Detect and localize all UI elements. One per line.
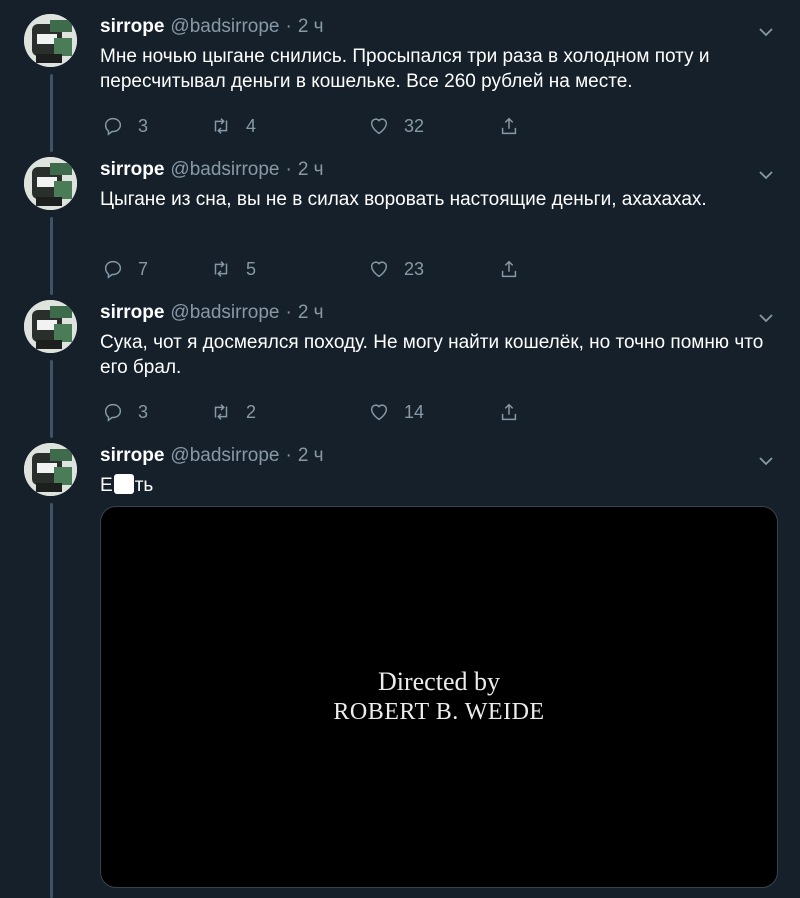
- author-handle[interactable]: @badsirrope: [170, 302, 279, 324]
- timestamp[interactable]: 2 ч: [298, 159, 324, 181]
- reply-icon: [104, 403, 122, 422]
- share-icon: [501, 117, 517, 135]
- separator-dot: ·: [285, 445, 292, 466]
- tweet-text: Цыгане из сна, вы не в силах воровать на…: [100, 189, 707, 210]
- redaction-mark: [113, 474, 134, 494]
- author-name[interactable]: sirrope: [100, 302, 164, 324]
- reply-count: 3: [138, 401, 149, 422]
- avatar-image: [24, 300, 77, 353]
- share-button[interactable]: [498, 397, 534, 427]
- timestamp[interactable]: 2 ч: [298, 16, 324, 38]
- reply-count: 7: [138, 258, 149, 279]
- avatar[interactable]: [24, 157, 77, 210]
- like-button[interactable]: 14: [368, 397, 424, 427]
- heart-icon: [370, 261, 388, 278]
- timestamp[interactable]: 2 ч: [298, 445, 324, 467]
- media-video-still[interactable]: Directed by ROBERT B. WEIDE: [100, 506, 778, 888]
- tweet[interactable]: sirrope @badsirrope · 2 ч Сука, чот я до…: [0, 300, 800, 430]
- author-handle[interactable]: @badsirrope: [170, 159, 279, 181]
- retweet-count: 4: [246, 115, 257, 136]
- separator-dot: ·: [285, 302, 292, 323]
- media-credit-line1: Directed by: [377, 667, 500, 696]
- like-button[interactable]: 32: [368, 111, 424, 141]
- tweet[interactable]: sirrope @badsirrope · 2 ч Мне ночью цыга…: [0, 14, 800, 144]
- avatar-image: [24, 157, 77, 210]
- retweet-button[interactable]: 4: [210, 111, 256, 141]
- reply-count: 3: [138, 115, 149, 136]
- share-button[interactable]: [498, 111, 534, 141]
- chevron-down-icon[interactable]: [756, 165, 776, 185]
- share-icon: [501, 260, 517, 278]
- tweet[interactable]: sirrope @badsirrope · 2 ч Цыгане из сна,…: [0, 157, 800, 287]
- heart-icon: [370, 118, 388, 135]
- retweet-button[interactable]: 2: [210, 397, 256, 427]
- heart-icon: [370, 404, 388, 421]
- tweet-text: Еть: [100, 473, 780, 498]
- tweet-text-start: Е: [100, 475, 113, 496]
- retweet-icon: [214, 261, 228, 277]
- media-credit-line2: ROBERT B. WEIDE: [333, 699, 545, 725]
- tweet-actions: 3 2 14: [100, 397, 530, 427]
- author-handle[interactable]: @badsirrope: [170, 16, 279, 38]
- chevron-down-icon[interactable]: [756, 308, 776, 328]
- reply-icon: [104, 117, 122, 136]
- retweet-button[interactable]: 5: [210, 254, 256, 284]
- retweet-icon: [214, 404, 228, 420]
- share-button[interactable]: [498, 254, 534, 284]
- tweet-text: Сука, чот я досмеялся походу. Не могу на…: [100, 332, 764, 378]
- like-button[interactable]: 23: [368, 254, 424, 284]
- like-count: 23: [404, 258, 425, 279]
- author-name[interactable]: sirrope: [100, 16, 164, 38]
- author-name[interactable]: sirrope: [100, 159, 164, 181]
- timestamp[interactable]: 2 ч: [298, 302, 324, 324]
- reply-icon: [104, 260, 122, 279]
- like-count: 14: [404, 401, 425, 422]
- avatar[interactable]: [24, 300, 77, 353]
- avatar[interactable]: [24, 14, 77, 67]
- retweet-count: 5: [246, 258, 257, 279]
- author-name[interactable]: sirrope: [100, 445, 164, 467]
- retweet-icon: [214, 118, 228, 134]
- separator-dot: ·: [285, 16, 292, 37]
- chevron-down-icon[interactable]: [756, 22, 776, 42]
- reply-button[interactable]: 7: [102, 254, 148, 284]
- separator-dot: ·: [285, 159, 292, 180]
- tweet-text-end: ть: [134, 475, 154, 496]
- tweet-actions: 7 5 23: [100, 254, 530, 284]
- reply-button[interactable]: 3: [102, 397, 148, 427]
- share-icon: [501, 403, 517, 421]
- avatar-image: [24, 14, 77, 67]
- retweet-count: 2: [246, 401, 257, 422]
- tweet-actions: 3 4 32: [100, 111, 530, 141]
- tweet-text: Мне ночью цыгане снились. Просыпался три…: [100, 46, 710, 92]
- avatar[interactable]: [24, 443, 77, 496]
- chevron-down-icon[interactable]: [756, 451, 776, 471]
- reply-button[interactable]: 3: [102, 111, 148, 141]
- avatar-image: [24, 443, 77, 496]
- tweet-thread: sirrope @badsirrope · 2 ч Мне ночью цыга…: [0, 0, 800, 898]
- author-handle[interactable]: @badsirrope: [170, 445, 279, 467]
- like-count: 32: [404, 115, 425, 136]
